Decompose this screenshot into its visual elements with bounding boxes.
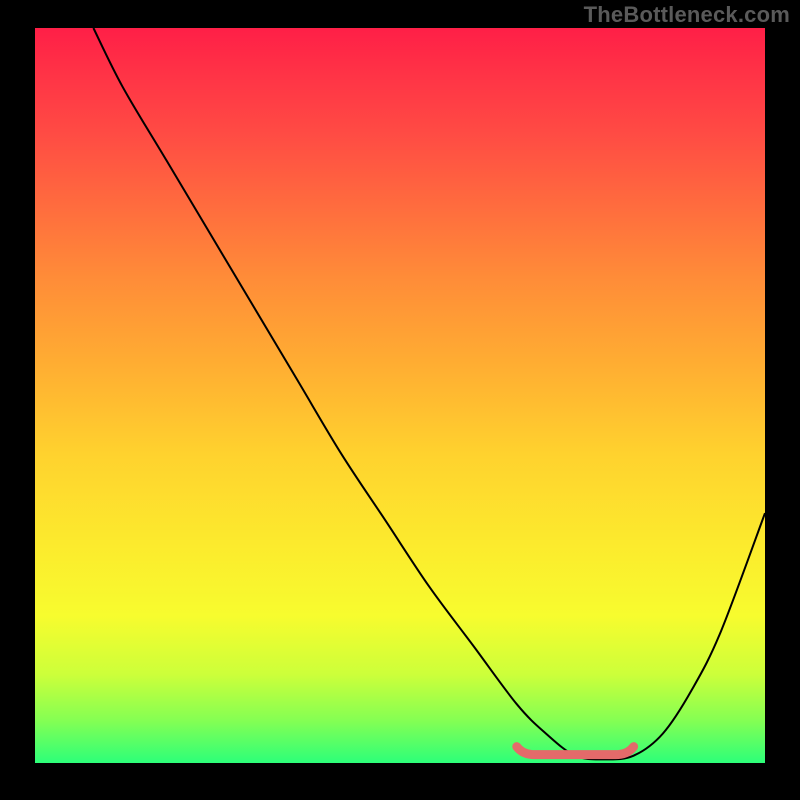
watermark-text: TheBottleneck.com	[584, 2, 790, 28]
bottleneck-curve	[93, 28, 765, 759]
plot-area	[35, 28, 765, 763]
curve-svg	[35, 28, 765, 763]
chart-frame: TheBottleneck.com	[0, 0, 800, 800]
trough-highlight	[517, 747, 634, 755]
